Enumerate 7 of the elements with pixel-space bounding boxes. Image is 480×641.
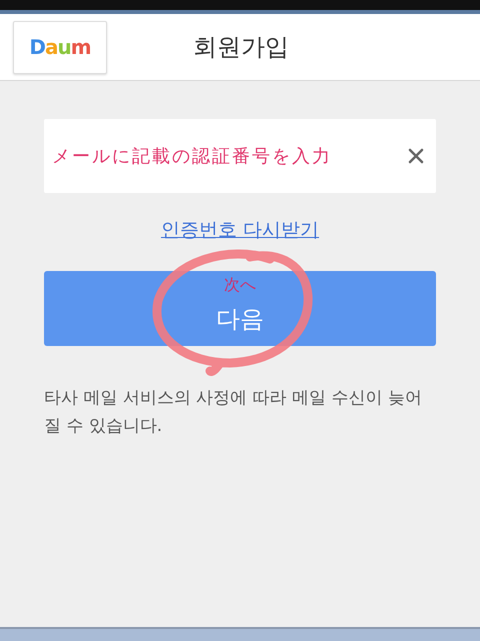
logo: Daum	[29, 35, 91, 59]
annotation-text: 次へ	[224, 275, 256, 296]
resend-code-link[interactable]: 인증번호 다시받기	[160, 217, 320, 243]
code-input-field[interactable]: メールに記載の認証番号を入力	[44, 119, 436, 193]
logo-button[interactable]: Daum	[13, 20, 107, 74]
page-title: 회원가입	[192, 32, 290, 63]
notice-text: 타사 메일 서비스의 사정에 따라 메일 수신이 늦어질 수 있습니다.	[44, 387, 423, 438]
